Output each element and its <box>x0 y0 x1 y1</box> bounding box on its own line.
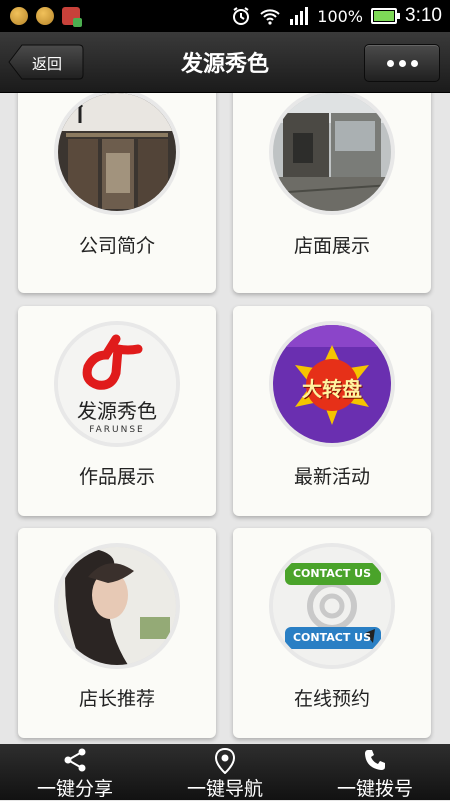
call-label: 一键拨号 <box>336 778 413 800</box>
tile-label: 店长推荐 <box>78 688 155 710</box>
share-icon <box>64 748 86 772</box>
navigate-button[interactable]: 一键导航 <box>150 744 300 800</box>
tile-label: 在线预约 <box>293 688 370 710</box>
contact-us-buttons: CONTACT US CONTACT US <box>269 543 395 669</box>
shop-exterior-photo <box>269 93 395 215</box>
wifi-icon <box>260 9 280 25</box>
notification-icon <box>10 7 28 25</box>
battery-icon <box>371 8 401 24</box>
tile-works-display[interactable]: 发源秀色 FARUNSE 作品展示 <box>18 306 216 516</box>
storefront-photo <box>54 93 180 215</box>
model-portrait-photo <box>54 543 180 669</box>
share-button[interactable]: 一键分享 <box>0 744 150 800</box>
brand-logo-text: 发源秀色 <box>77 399 157 423</box>
alarm-icon <box>233 7 250 25</box>
more-dots-icon <box>386 59 394 67</box>
signal-icon <box>290 7 309 25</box>
share-label: 一键分享 <box>36 778 113 800</box>
status-bar: 100% 3:10 <box>0 0 450 32</box>
lucky-wheel-graphic: 大转盘 <box>269 321 395 447</box>
tile-company-intro[interactable]: 公司简介 <box>18 93 216 293</box>
tile-label: 店面展示 <box>293 235 370 257</box>
tile-label: 公司简介 <box>78 235 155 257</box>
tile-store-display[interactable]: 店面展示 <box>233 93 431 293</box>
status-time: 3:10 <box>405 5 442 26</box>
lucky-wheel-text: 大转盘 <box>302 377 362 401</box>
brand-logo: 发源秀色 FARUNSE <box>54 321 180 447</box>
call-button[interactable]: 一键拨号 <box>300 744 450 800</box>
tile-manager-recommendation[interactable]: 店长推荐 <box>18 528 216 738</box>
contact-badge-bottom: CONTACT US <box>292 631 372 644</box>
tile-latest-events[interactable]: 大转盘 最新活动 <box>233 306 431 516</box>
tile-online-booking[interactable]: CONTACT US CONTACT US 在线预约 <box>233 528 431 738</box>
tile-label: 最新活动 <box>293 466 370 488</box>
menu-grid: 公司简介 店面展示 发源秀色 FARUNSE 作品展示 大转盘 最新活动 店长推… <box>0 93 450 744</box>
notification-icon <box>36 7 54 25</box>
contact-badge-top: CONTACT US <box>292 567 372 580</box>
app-notification-icon <box>62 7 82 27</box>
more-options-button[interactable] <box>364 44 440 82</box>
tile-label: 作品展示 <box>78 466 155 488</box>
brand-logo-subtext: FARUNSE <box>89 425 145 435</box>
battery-percent: 100% <box>317 6 364 26</box>
title-bar: 返回 发源秀色 <box>0 32 450 93</box>
bottom-action-bar: 一键分享 一键导航 一键拨号 <box>0 744 450 800</box>
location-pin-icon <box>215 748 235 774</box>
navigate-label: 一键导航 <box>186 778 263 800</box>
phone-icon <box>365 750 385 770</box>
